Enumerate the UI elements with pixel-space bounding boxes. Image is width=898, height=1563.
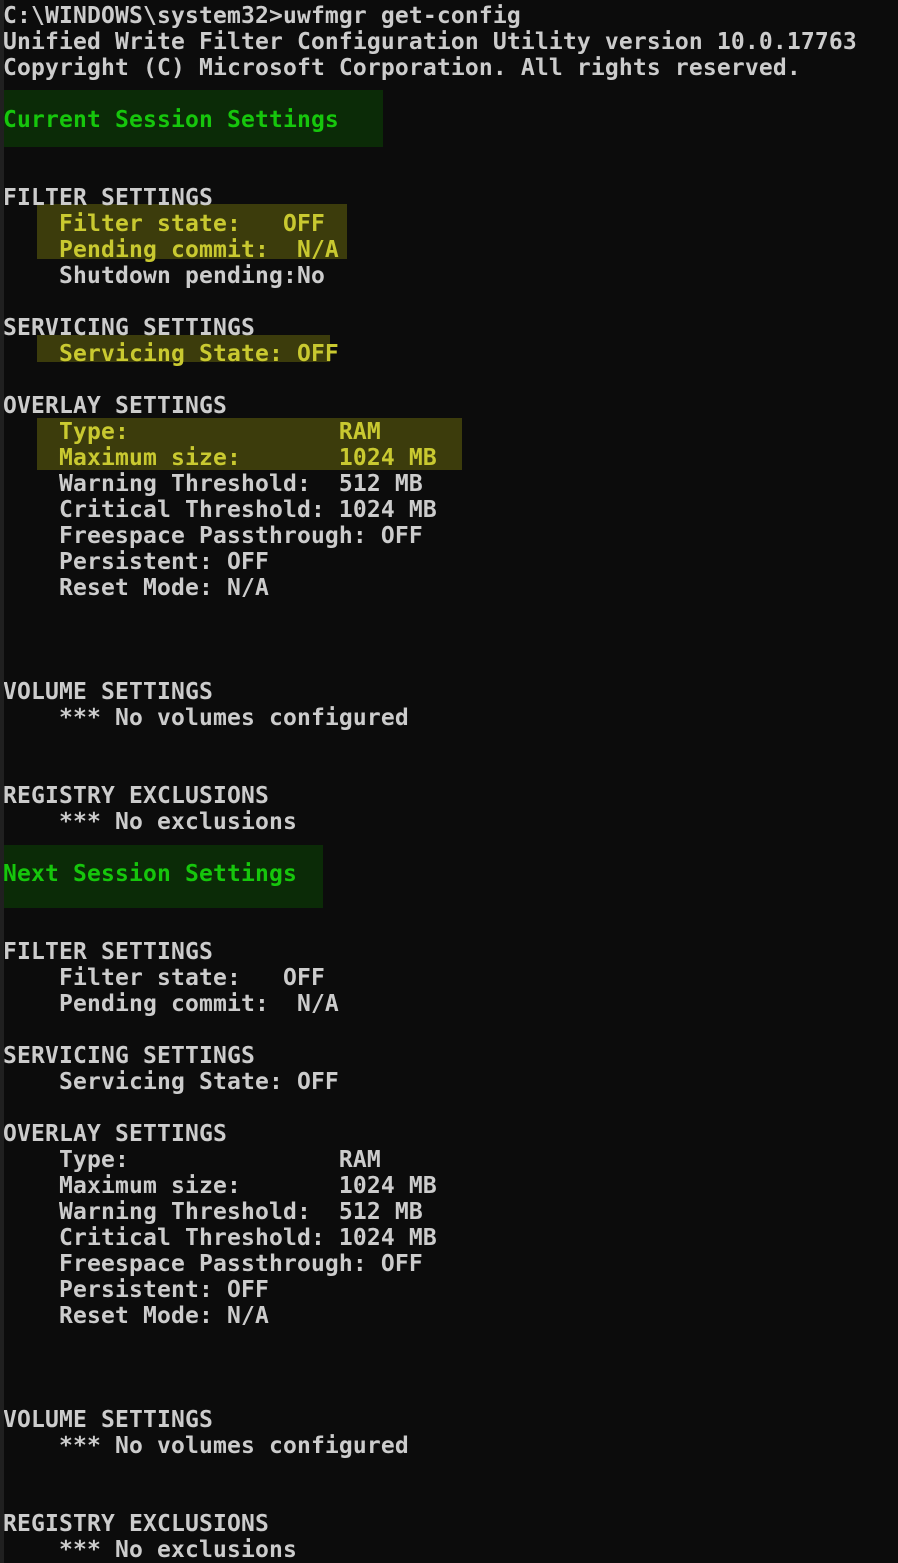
terminal-line: Critical Threshold: 1024 MB bbox=[3, 497, 898, 523]
terminal-line bbox=[3, 731, 898, 757]
terminal-line: Maximum size: 1024 MB bbox=[3, 445, 898, 471]
terminal-line bbox=[3, 653, 898, 679]
terminal-line bbox=[3, 757, 898, 783]
terminal-line bbox=[3, 601, 898, 627]
window-left-edge bbox=[0, 0, 4, 1563]
terminal-line bbox=[3, 133, 898, 159]
terminal-line: Maximum size: 1024 MB bbox=[3, 1173, 898, 1199]
terminal-line bbox=[3, 913, 898, 939]
terminal-line bbox=[3, 1329, 898, 1355]
terminal-line: Type: RAM bbox=[3, 419, 898, 445]
terminal-line bbox=[3, 887, 898, 913]
terminal-line: Persistent: OFF bbox=[3, 1277, 898, 1303]
terminal-line: Pending commit: N/A bbox=[3, 237, 898, 263]
terminal-line bbox=[3, 1459, 898, 1485]
terminal-line: OVERLAY SETTINGS bbox=[3, 1121, 898, 1147]
terminal-line: Pending commit: N/A bbox=[3, 991, 898, 1017]
terminal-line bbox=[3, 1381, 898, 1407]
terminal-line: SERVICING SETTINGS bbox=[3, 1043, 898, 1069]
terminal-line: REGISTRY EXCLUSIONS bbox=[3, 1511, 898, 1537]
terminal-output: C:\WINDOWS\system32>uwfmgr get-configUni… bbox=[0, 0, 898, 1563]
terminal-line bbox=[3, 159, 898, 185]
terminal-line: Freespace Passthrough: OFF bbox=[3, 523, 898, 549]
terminal-line: Shutdown pending:No bbox=[3, 263, 898, 289]
terminal-line: VOLUME SETTINGS bbox=[3, 679, 898, 705]
terminal-line: Current Session Settings bbox=[3, 107, 898, 133]
terminal-line bbox=[3, 1017, 898, 1043]
terminal-line: Servicing State: OFF bbox=[3, 341, 898, 367]
terminal-line bbox=[3, 81, 898, 107]
terminal-line bbox=[3, 627, 898, 653]
terminal-line: Servicing State: OFF bbox=[3, 1069, 898, 1095]
terminal-line: Persistent: OFF bbox=[3, 549, 898, 575]
terminal-line bbox=[3, 1095, 898, 1121]
terminal-line: Warning Threshold: 512 MB bbox=[3, 1199, 898, 1225]
terminal-line bbox=[3, 289, 898, 315]
terminal-line: Reset Mode: N/A bbox=[3, 575, 898, 601]
terminal-line: Filter state: OFF bbox=[3, 211, 898, 237]
terminal-line: FILTER SETTINGS bbox=[3, 185, 898, 211]
terminal-line: *** No volumes configured bbox=[3, 705, 898, 731]
terminal-line bbox=[3, 1355, 898, 1381]
terminal-line: VOLUME SETTINGS bbox=[3, 1407, 898, 1433]
terminal-line: C:\WINDOWS\system32>uwfmgr get-config bbox=[3, 3, 898, 29]
console-window: C:\WINDOWS\system32>uwfmgr get-configUni… bbox=[0, 0, 898, 1563]
terminal-line: Filter state: OFF bbox=[3, 965, 898, 991]
terminal-line: Next Session Settings bbox=[3, 861, 898, 887]
terminal-line: FILTER SETTINGS bbox=[3, 939, 898, 965]
terminal-line: Reset Mode: N/A bbox=[3, 1303, 898, 1329]
terminal-line: SERVICING SETTINGS bbox=[3, 315, 898, 341]
terminal-line: Critical Threshold: 1024 MB bbox=[3, 1225, 898, 1251]
terminal-line bbox=[3, 835, 898, 861]
terminal-line: REGISTRY EXCLUSIONS bbox=[3, 783, 898, 809]
terminal-line bbox=[3, 1485, 898, 1511]
terminal-line: Freespace Passthrough: OFF bbox=[3, 1251, 898, 1277]
terminal-line: Type: RAM bbox=[3, 1147, 898, 1173]
terminal-line: *** No exclusions bbox=[3, 809, 898, 835]
terminal-line: OVERLAY SETTINGS bbox=[3, 393, 898, 419]
terminal-line: *** No exclusions bbox=[3, 1537, 898, 1563]
terminal-line: Unified Write Filter Configuration Utili… bbox=[3, 29, 898, 55]
terminal-line: Copyright (C) Microsoft Corporation. All… bbox=[3, 55, 898, 81]
terminal-line: Warning Threshold: 512 MB bbox=[3, 471, 898, 497]
terminal-line: *** No volumes configured bbox=[3, 1433, 898, 1459]
terminal-line bbox=[3, 367, 898, 393]
